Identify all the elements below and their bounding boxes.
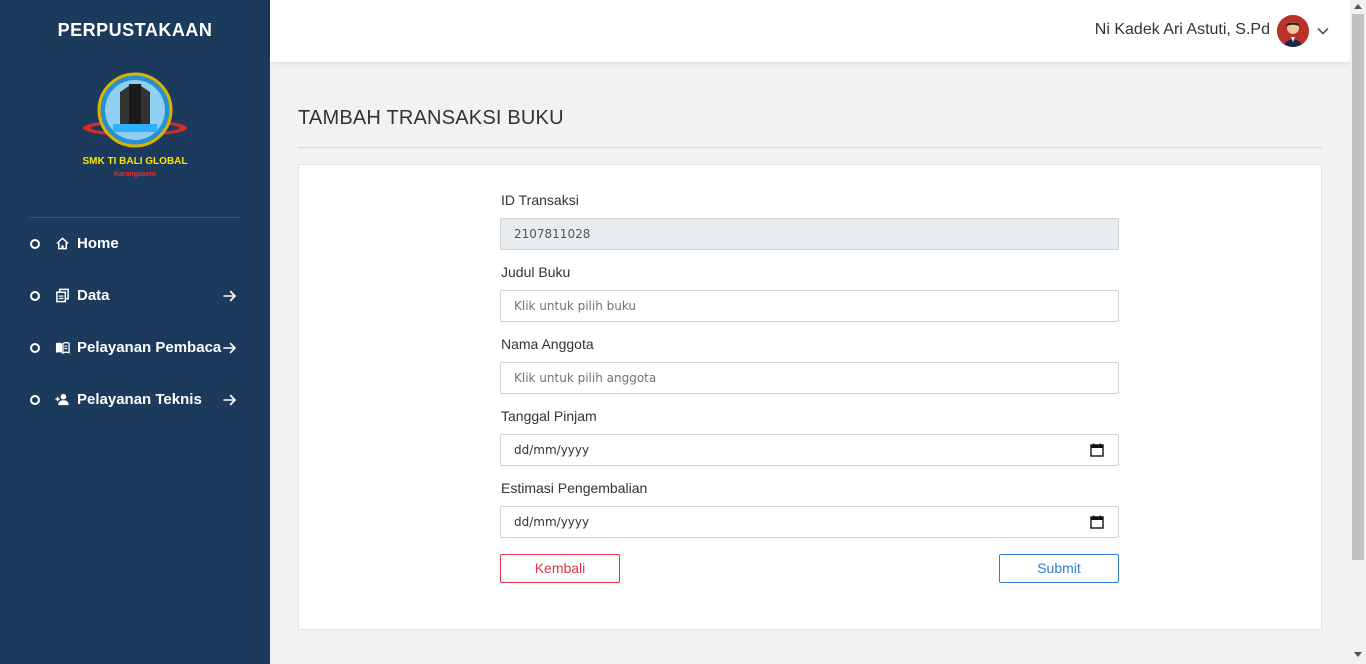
svg-text:Karangasem: Karangasem	[114, 171, 156, 178]
submit-button[interactable]: Submit	[999, 554, 1119, 583]
scrollbar[interactable]	[1350, 0, 1366, 664]
sidebar-item-label: Pelayanan Pembaca	[77, 339, 222, 356]
brand-title: PERPUSTAKAAN	[57, 20, 213, 40]
scroll-up-icon[interactable]	[1354, 4, 1362, 9]
tanggal-pinjam-label: Tanggal Pinjam	[501, 408, 597, 424]
sidebar-item-label: Home	[77, 235, 119, 252]
bullet-icon	[30, 291, 40, 301]
user-plus-icon	[55, 392, 70, 407]
judul-buku-placeholder: Klik untuk pilih buku	[514, 299, 637, 313]
sidebar-item-data[interactable]: Data	[0, 270, 270, 322]
nama-anggota-placeholder: Klik untuk pilih anggota	[514, 371, 657, 385]
calendar-icon[interactable]	[1090, 443, 1104, 457]
home-icon	[55, 236, 70, 251]
bullet-icon	[30, 343, 40, 353]
bullet-icon	[30, 395, 40, 405]
bullet-icon	[30, 239, 40, 249]
svg-text:SMK TI BALI GLOBAL: SMK TI BALI GLOBAL	[83, 156, 188, 167]
scroll-thumb[interactable]	[1352, 14, 1364, 560]
topbar: Ni Kadek Ari Astuti, S.Pd	[270, 0, 1350, 62]
scroll-down-icon[interactable]	[1354, 652, 1362, 657]
judul-buku-label: Judul Buku	[501, 264, 571, 280]
book-open-icon	[55, 340, 70, 355]
calendar-icon[interactable]	[1090, 515, 1104, 529]
sidebar-item-home[interactable]: Home	[0, 218, 270, 270]
arrow-right-icon	[222, 340, 238, 356]
arrow-right-icon	[222, 392, 238, 408]
id-transaksi-label: ID Transaksi	[501, 192, 579, 208]
title-divider	[298, 147, 1322, 148]
sidebar: PERPUSTAKAAN SMK TI BALI GLOBAL Karangas…	[0, 0, 270, 664]
avatar[interactable]	[1277, 15, 1309, 47]
tanggal-pinjam-input[interactable]: dd/mm/yyyy	[500, 434, 1119, 466]
estimasi-pengembalian-label: Estimasi Pengembalian	[501, 480, 648, 496]
nama-anggota-input[interactable]: Klik untuk pilih anggota	[500, 362, 1119, 394]
user-name[interactable]: Ni Kadek Ari Astuti, S.Pd	[1095, 21, 1270, 39]
estimasi-pengembalian-placeholder: dd/mm/yyyy	[514, 515, 590, 529]
page-title: TAMBAH TRANSAKSI BUKU	[298, 107, 564, 129]
arrow-right-icon	[222, 288, 238, 304]
chevron-down-icon[interactable]	[1316, 24, 1330, 38]
sidebar-item-pelayanan-teknis[interactable]: Pelayanan Teknis	[0, 374, 270, 426]
id-transaksi-value: 2107811028	[514, 227, 591, 241]
tanggal-pinjam-placeholder: dd/mm/yyyy	[514, 443, 590, 457]
sidebar-item-label: Pelayanan Teknis	[77, 391, 202, 408]
sidebar-nav: Home Data Pelayanan Pembaca Pelayanan Te…	[0, 218, 270, 426]
school-logo: SMK TI BALI GLOBAL Karangasem	[80, 72, 190, 182]
copy-icon	[55, 288, 70, 303]
sidebar-item-label: Data	[77, 287, 110, 304]
sidebar-item-pelayanan-pembaca[interactable]: Pelayanan Pembaca	[0, 322, 270, 374]
nama-anggota-label: Nama Anggota	[501, 336, 594, 352]
kembali-button[interactable]: Kembali	[500, 554, 620, 583]
estimasi-pengembalian-input[interactable]: dd/mm/yyyy	[500, 506, 1119, 538]
judul-buku-input[interactable]: Klik untuk pilih buku	[500, 290, 1119, 322]
id-transaksi-field: 2107811028	[500, 218, 1119, 250]
